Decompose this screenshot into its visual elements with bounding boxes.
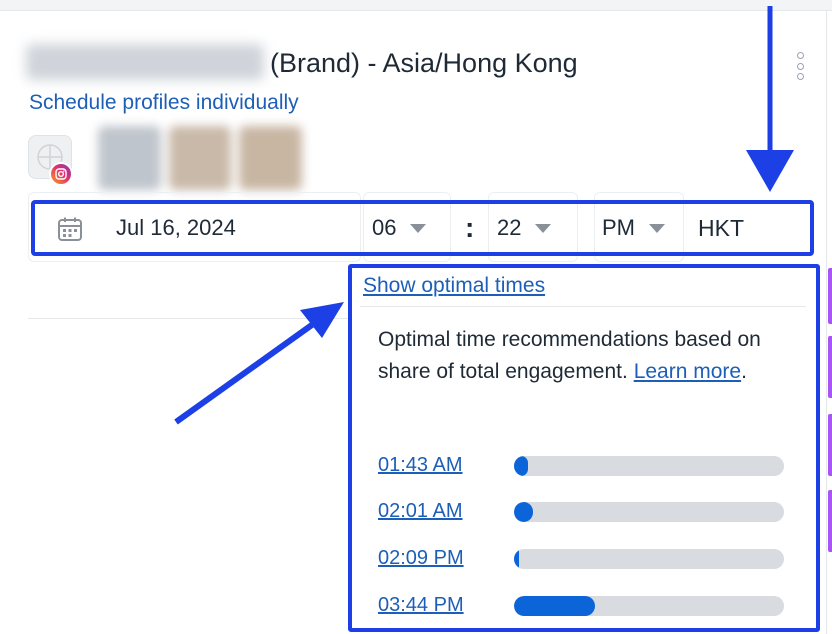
engagement-bar bbox=[514, 549, 784, 569]
learn-more-period: . bbox=[741, 360, 747, 383]
optimal-time-link[interactable]: 01:43 AM bbox=[378, 454, 463, 477]
card-border bbox=[826, 10, 827, 634]
side-accent-bar bbox=[828, 414, 832, 476]
diagonal-arrow-head bbox=[300, 302, 344, 338]
blurred-account-name bbox=[26, 44, 264, 80]
more-vertical-icon[interactable] bbox=[793, 52, 807, 80]
side-accent-bar bbox=[828, 268, 832, 324]
minute-value: 22 bbox=[497, 215, 522, 240]
top-strip bbox=[0, 0, 832, 11]
chevron-down-icon bbox=[535, 223, 552, 233]
optimal-time-link[interactable]: 03:44 PM bbox=[378, 594, 464, 617]
optimal-description: Optimal time recommendations based on sh… bbox=[378, 324, 798, 388]
timezone-label: HKT bbox=[698, 214, 744, 241]
instagram-icon bbox=[49, 162, 73, 186]
ampm-select[interactable]: PM bbox=[602, 204, 665, 252]
hour-select[interactable]: 06 bbox=[372, 204, 427, 252]
schedule-datetime-row: Jul 16, 2024 06 : 22 PM HKT bbox=[31, 200, 814, 256]
down-arrow-head bbox=[746, 150, 794, 192]
side-accent-bar bbox=[828, 336, 832, 398]
optimal-time-link[interactable]: 02:09 PM bbox=[378, 547, 464, 570]
chevron-down-icon bbox=[410, 223, 427, 233]
show-optimal-times-link[interactable]: Show optimal times bbox=[363, 274, 545, 298]
blurred-profile-avatars bbox=[98, 126, 303, 190]
chevron-down-icon bbox=[649, 223, 665, 233]
section-divider bbox=[28, 318, 348, 319]
diagonal-arrow-shaft bbox=[174, 319, 318, 425]
account-title: (Brand) - Asia/Hong Kong bbox=[270, 48, 578, 78]
hour-value: 06 bbox=[372, 215, 397, 240]
calendar-icon[interactable] bbox=[57, 216, 83, 242]
optimal-time-link[interactable]: 02:01 AM bbox=[378, 500, 463, 523]
engagement-bar bbox=[514, 456, 784, 476]
ampm-value: PM bbox=[602, 215, 635, 240]
engagement-bar bbox=[514, 502, 784, 522]
engagement-bar-fill bbox=[514, 502, 533, 522]
engagement-bar bbox=[514, 596, 784, 616]
date-value: Jul 16, 2024 bbox=[116, 215, 236, 240]
learn-more-link[interactable]: Learn more bbox=[634, 360, 741, 383]
side-accent-bar bbox=[828, 490, 832, 552]
schedule-individually-link[interactable]: Schedule profiles individually bbox=[29, 91, 299, 115]
engagement-bar-fill bbox=[514, 596, 595, 616]
engagement-bar-fill bbox=[514, 456, 528, 476]
date-input[interactable]: Jul 16, 2024 bbox=[116, 204, 236, 252]
time-separator: : bbox=[465, 212, 475, 243]
minute-select[interactable]: 22 bbox=[497, 204, 552, 252]
